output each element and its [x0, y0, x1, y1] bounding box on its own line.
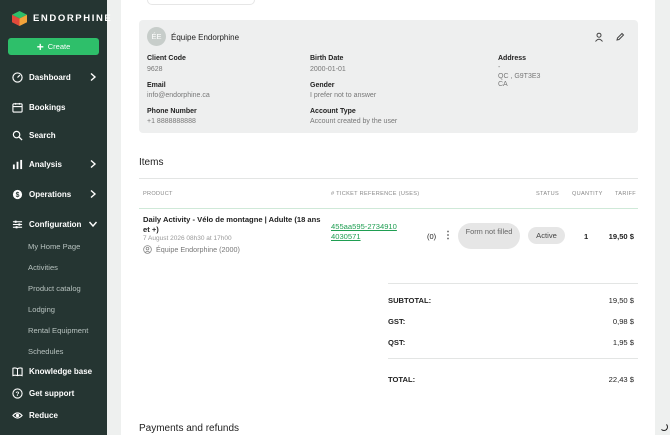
client-name: Équipe Endorphine — [171, 33, 240, 42]
gst-value: 0,98 $ — [612, 317, 634, 326]
chevron-down-icon — [88, 221, 98, 228]
edit-pencil-icon[interactable] — [615, 32, 625, 42]
nav-dashboard-label: Dashboard — [29, 72, 71, 82]
phone-label: Phone Number — [147, 108, 197, 115]
chevron-right-icon — [90, 159, 97, 169]
column-header-status: STATUS — [536, 191, 560, 197]
endorphine-logo-icon — [12, 11, 27, 26]
nav-bookings[interactable]: Bookings — [12, 99, 100, 115]
address-label: Address — [498, 55, 527, 62]
chevron-right-icon — [90, 189, 97, 199]
chevron-right-icon — [90, 72, 97, 82]
total-label: TOTAL: — [388, 375, 416, 384]
client-code-value: 9628 — [147, 66, 163, 73]
item-participant: Équipe Endorphine (2000) — [143, 245, 240, 254]
book-icon — [12, 366, 23, 377]
address-line-1: - — [498, 64, 501, 71]
avatar: ÉE — [147, 27, 166, 46]
qst-label: QST: — [388, 338, 406, 347]
phone-value: +1 8888888888 — [147, 118, 196, 125]
nav-reduce-label: Reduce — [29, 410, 58, 420]
nav-configuration-label: Configuration — [29, 219, 82, 229]
config-item-my-home-page[interactable]: My Home Page — [28, 242, 80, 251]
ticket-reference-link[interactable]: 455aa595-27349104030571 — [331, 222, 401, 242]
nav-analysis[interactable]: Analysis — [12, 156, 100, 172]
column-header-product: PRODUCT — [143, 191, 173, 197]
gender-value: I prefer not to answer — [310, 92, 377, 99]
subtotal-label: SUBTOTAL: — [388, 296, 432, 305]
account-type-label: Account Type — [310, 108, 356, 115]
create-button[interactable]: + Create — [8, 38, 99, 55]
config-item-rental-equipment[interactable]: Rental Equipment — [28, 326, 88, 335]
nav-bookings-label: Bookings — [29, 102, 66, 112]
search-icon — [12, 130, 23, 141]
total-value: 22,43 $ — [608, 375, 634, 384]
totals-divider-top — [388, 283, 638, 284]
nav-analysis-label: Analysis — [29, 159, 62, 169]
items-title: Items — [139, 157, 164, 168]
birth-date-label: Birth Date — [310, 55, 344, 62]
nav-search-label: Search — [29, 130, 56, 140]
nav-reduce[interactable]: Reduce — [12, 407, 100, 423]
address-line-2: QC , G9T3E3 — [498, 73, 541, 80]
item-quantity: 1 — [584, 232, 589, 241]
person-icon[interactable] — [594, 32, 604, 42]
totals-divider-bottom — [388, 358, 638, 359]
column-header-tariff: TARIFF — [615, 191, 636, 197]
qst-value: 1,95 $ — [612, 338, 634, 347]
svg-text:$: $ — [16, 191, 20, 198]
item-date: 7 August 2026 08h30 at 17h00 — [143, 235, 232, 242]
config-item-schedules[interactable]: Schedules — [28, 347, 63, 356]
item-tariff: 19,50 $ — [608, 232, 634, 241]
calendar-icon — [12, 102, 23, 113]
dashboard-icon — [12, 71, 23, 83]
gst-label: GST: — [388, 317, 406, 326]
subtotal-value: 19,50 $ — [608, 296, 634, 305]
loading-spinner-icon — [660, 423, 668, 431]
payments-title: Payments and refunds — [139, 423, 240, 434]
config-item-product-catalog[interactable]: Product catalog — [28, 284, 81, 293]
nav-dashboard[interactable]: Dashboard — [12, 69, 100, 85]
account-type-value: Account created by the user — [310, 118, 398, 125]
client-code-label: Client Code — [147, 55, 186, 62]
column-header-ticket: # TICKET REFERENCE (USES) — [331, 191, 420, 197]
sliders-icon — [12, 219, 23, 230]
person-circle-icon — [143, 245, 152, 254]
form-status-badge[interactable]: Form not filled — [458, 223, 520, 249]
item-product-title: Daily Activity - Vélo de montagne | Adul… — [143, 215, 321, 234]
nav-get-support-label: Get support — [29, 388, 75, 398]
column-header-quantity: QUANTITY — [572, 191, 603, 197]
app-logo[interactable]: ENDORPHINE — [12, 11, 112, 26]
bar-chart-icon — [12, 159, 23, 170]
dollar-icon: $ — [12, 189, 23, 200]
config-item-activities[interactable]: Activities — [28, 263, 58, 272]
svg-text:?: ? — [16, 390, 20, 397]
more-options-icon[interactable]: ⋮ — [443, 230, 453, 241]
nav-get-support[interactable]: ? Get support — [12, 385, 100, 401]
top-tab-stub — [147, 0, 255, 5]
email-label: Email — [147, 82, 166, 89]
address-line-3: CA — [498, 81, 508, 88]
ticket-uses-count: (0) — [427, 232, 437, 241]
nav-operations[interactable]: $ Operations — [12, 186, 100, 202]
item-participant-name: Équipe Endorphine (2000) — [156, 245, 240, 254]
nav-knowledge-base-label: Knowledge base — [29, 366, 93, 376]
status-badge: Active — [528, 227, 565, 244]
divider — [139, 178, 638, 179]
plus-icon: + — [36, 39, 44, 54]
nav-knowledge-base[interactable]: Knowledge base — [12, 363, 100, 379]
header-divider — [139, 208, 638, 209]
help-icon: ? — [12, 387, 23, 399]
eye-icon — [12, 410, 23, 421]
create-button-label: Create — [47, 42, 71, 51]
birth-date-value: 2000-01-01 — [310, 66, 346, 73]
email-value: info@endorphine.ca — [147, 92, 210, 99]
nav-operations-label: Operations — [29, 189, 72, 199]
app-logo-text: ENDORPHINE — [33, 13, 113, 24]
nav-search[interactable]: Search — [12, 127, 100, 143]
config-item-lodging[interactable]: Lodging — [28, 305, 55, 314]
nav-configuration[interactable]: Configuration — [12, 216, 100, 232]
sidebar: ENDORPHINE + Create Dashboard Bookings S… — [0, 0, 111, 435]
gender-label: Gender — [310, 82, 335, 89]
